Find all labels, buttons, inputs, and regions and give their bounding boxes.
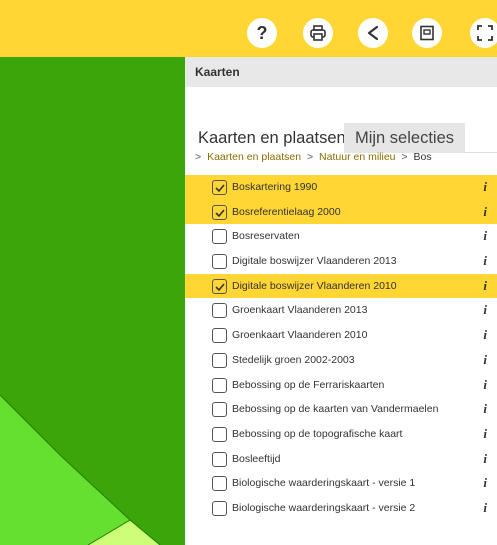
layer-row[interactable]: Bosleeftijd i [185, 447, 497, 472]
info-icon[interactable]: i [483, 298, 487, 323]
svg-text:?: ? [257, 24, 268, 42]
layer-label[interactable]: Digitale boswijzer Vlaanderen 2010 [232, 274, 397, 299]
layer-checkbox[interactable] [212, 254, 227, 270]
info-icon[interactable]: i [483, 397, 487, 422]
fullscreen-button[interactable] [470, 18, 497, 48]
info-icon[interactable]: i [483, 447, 487, 472]
layer-label[interactable]: Stedelijk groen 2002-2003 [232, 348, 355, 373]
layer-checkbox[interactable] [212, 402, 227, 418]
help-button[interactable]: ? [247, 18, 277, 48]
layer-row[interactable]: Bebossing op de kaarten van Vandermaelen… [185, 397, 497, 422]
share-icon [367, 25, 379, 41]
layer-checkbox[interactable] [212, 451, 227, 467]
breadcrumb-separator: > [306, 151, 314, 163]
info-icon[interactable]: i [483, 200, 487, 225]
map-canvas[interactable] [0, 0, 185, 545]
layer-row[interactable]: Groenkaart Vlaanderen 2010 i [185, 323, 497, 348]
layer-checkbox[interactable] [212, 328, 227, 344]
layer-row[interactable]: Digitale boswijzer Vlaanderen 2013 i [185, 249, 497, 274]
share-button[interactable] [358, 18, 388, 48]
layer-label[interactable]: Bosleeftijd [232, 447, 280, 472]
layer-label[interactable]: Digitale boswijzer Vlaanderen 2013 [232, 249, 397, 274]
info-icon[interactable]: i [483, 373, 487, 398]
layer-row[interactable]: Biologische waarderingskaart - versie 2 i [185, 496, 497, 521]
maps-panel: Kaarten Kaarten en plaatsen Mijn selecti… [185, 57, 497, 545]
panel-title: Kaarten [185, 57, 497, 87]
layer-row[interactable]: Biologische waarderingskaart - versie 1 i [185, 471, 497, 496]
info-icon[interactable]: i [483, 249, 487, 274]
tab-kaarten-en-plaatsen[interactable]: Kaarten en plaatsen [185, 123, 354, 153]
layer-label[interactable]: Biologische waarderingskaart - versie 1 [232, 471, 415, 496]
info-icon[interactable]: i [483, 224, 487, 249]
layer-list: Boskartering 1990 i Bosreferentielaag 2000… [185, 175, 497, 521]
fullscreen-icon [477, 25, 493, 41]
tab-mijn-selecties[interactable]: Mijn selecties [344, 123, 465, 153]
breadcrumb-separator: > [401, 151, 408, 163]
layer-checkbox[interactable] [212, 303, 227, 319]
checkmark-icon [215, 184, 225, 193]
layer-checkbox[interactable] [212, 204, 227, 220]
breadcrumb-current: Bos [413, 151, 432, 163]
layer-row[interactable]: Bosreferentielaag 2000 i [185, 199, 497, 225]
layer-checkbox[interactable] [212, 377, 227, 393]
layer-label[interactable]: Bebossing op de kaarten van Vandermaelen [232, 397, 438, 422]
breadcrumb: > Kaarten en plaatsen > Natuur en milieu… [195, 151, 432, 163]
layer-row[interactable]: Bosreservaten i [185, 224, 497, 249]
layer-checkbox[interactable] [212, 476, 227, 492]
info-icon[interactable]: i [483, 274, 487, 299]
checkmark-icon [215, 209, 225, 217]
breadcrumb-link-natuur-en-milieu[interactable]: Natuur en milieu [319, 151, 395, 163]
info-icon[interactable]: i [483, 323, 487, 348]
window-icon [420, 25, 434, 41]
layer-checkbox[interactable] [212, 352, 227, 368]
info-icon[interactable]: i [483, 422, 487, 447]
layer-label[interactable]: Groenkaart Vlaanderen 2013 [232, 298, 367, 323]
print-button[interactable] [303, 18, 333, 48]
breadcrumb-link-kaarten-en-plaatsen[interactable]: Kaarten en plaatsen [207, 151, 301, 163]
layer-checkbox[interactable] [212, 229, 227, 245]
printer-icon [310, 25, 326, 41]
layer-row[interactable]: Stedelijk groen 2002-2003 i [185, 348, 497, 373]
layer-checkbox[interactable] [212, 426, 227, 442]
layer-label[interactable]: Bebossing op de Ferrariskaarten [232, 373, 384, 398]
layer-row[interactable]: Bebossing op de topografische kaart i [185, 422, 497, 447]
info-icon[interactable]: i [483, 471, 487, 496]
layer-checkbox[interactable] [212, 500, 227, 516]
checkmark-icon [215, 283, 225, 291]
layer-label[interactable]: Bebossing op de topografische kaart [232, 422, 402, 447]
info-icon[interactable]: i [483, 175, 487, 200]
breadcrumb-prefix: > [195, 151, 202, 163]
info-icon[interactable]: i [483, 496, 487, 521]
layer-checkbox[interactable] [212, 180, 227, 195]
layer-row[interactable]: Bebossing op de Ferrariskaarten i [185, 373, 497, 398]
layer-label[interactable]: Boskartering 1990 [232, 175, 317, 200]
window-button[interactable] [412, 18, 442, 48]
layer-row[interactable]: Digitale boswijzer Vlaanderen 2010 i [185, 273, 497, 299]
layer-label[interactable]: Bosreservaten [232, 224, 300, 249]
layer-label[interactable]: Bosreferentielaag 2000 [232, 200, 341, 225]
layer-label[interactable]: Biologische waarderingskaart - versie 2 [232, 496, 415, 521]
layer-label[interactable]: Groenkaart Vlaanderen 2010 [232, 323, 367, 348]
layer-checkbox[interactable] [212, 278, 227, 294]
question-icon: ? [257, 24, 268, 42]
layer-row[interactable]: Groenkaart Vlaanderen 2013 i [185, 298, 497, 323]
map-view[interactable] [0, 0, 185, 545]
panel-tabs: Kaarten en plaatsen Mijn selecties [185, 87, 497, 153]
info-icon[interactable]: i [483, 348, 487, 373]
layer-row[interactable]: Boskartering 1990 i [185, 175, 497, 200]
top-toolbar: ? [0, 0, 497, 57]
